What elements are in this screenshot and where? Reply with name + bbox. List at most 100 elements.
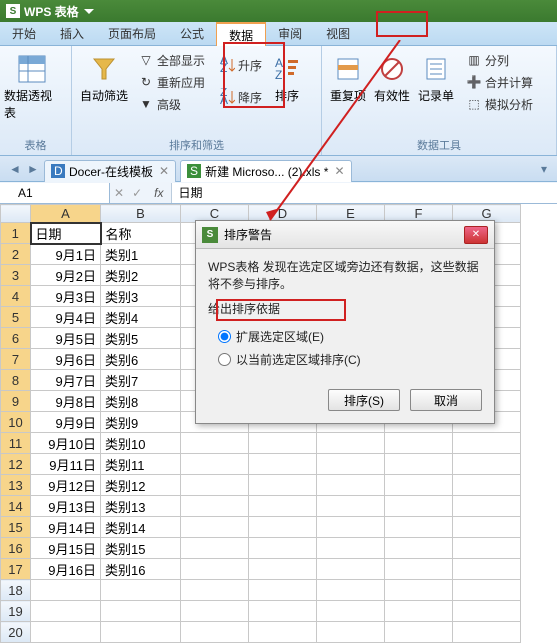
cell[interactable]: 类别10 (101, 433, 181, 454)
menu-insert[interactable]: 插入 (48, 22, 96, 46)
row-header[interactable]: 19 (1, 601, 31, 622)
sort-confirm-button[interactable]: 排序(S) (328, 389, 400, 411)
cell[interactable] (453, 496, 521, 517)
menu-review[interactable]: 审阅 (266, 22, 314, 46)
close-icon[interactable]: ✕ (159, 164, 169, 178)
cell[interactable] (31, 622, 101, 643)
cell[interactable]: 类别2 (101, 265, 181, 286)
doctab-docer[interactable]: D Docer-在线模板 ✕ (44, 160, 176, 182)
fx-icon[interactable]: fx (146, 186, 171, 200)
cell[interactable] (181, 601, 249, 622)
cell[interactable]: 9月10日 (31, 433, 101, 454)
cancel-button[interactable]: 取消 (410, 389, 482, 411)
row-header[interactable]: 9 (1, 391, 31, 412)
dialog-titlebar[interactable]: S 排序警告 ✕ (196, 221, 494, 249)
row-header[interactable]: 14 (1, 496, 31, 517)
tab-menu-icon[interactable]: ▾ (537, 162, 551, 176)
cell[interactable]: 9月16日 (31, 559, 101, 580)
cell[interactable] (317, 433, 385, 454)
cell[interactable] (453, 622, 521, 643)
menu-data[interactable]: 数据 (216, 22, 266, 46)
cell[interactable] (385, 475, 453, 496)
showall-button[interactable]: ▽全部显示 (134, 49, 209, 71)
cell[interactable] (317, 580, 385, 601)
cell[interactable] (249, 454, 317, 475)
cell[interactable] (181, 580, 249, 601)
row-header[interactable]: 11 (1, 433, 31, 454)
menu-formula[interactable]: 公式 (168, 22, 216, 46)
split-button[interactable]: ▥分列 (462, 49, 537, 71)
name-box[interactable]: A1 (0, 183, 110, 203)
cell[interactable] (453, 580, 521, 601)
cell[interactable]: 类别12 (101, 475, 181, 496)
cell[interactable] (385, 580, 453, 601)
row-header[interactable]: 5 (1, 307, 31, 328)
cell[interactable] (317, 496, 385, 517)
cell[interactable]: 名称 (101, 223, 181, 244)
doctab-workbook[interactable]: S 新建 Microso... (2).xls * ✕ (180, 160, 351, 182)
col-header[interactable]: B (101, 205, 181, 223)
cell[interactable] (101, 601, 181, 622)
fx-confirm-icon[interactable]: ✓ (128, 186, 146, 200)
row-header[interactable]: 17 (1, 559, 31, 580)
sort-desc-button[interactable]: ZA降序 (215, 81, 266, 113)
cell[interactable] (181, 475, 249, 496)
cell[interactable] (317, 601, 385, 622)
cell[interactable]: 9月6日 (31, 349, 101, 370)
cell[interactable] (317, 622, 385, 643)
cell[interactable]: 类别7 (101, 370, 181, 391)
cell[interactable] (249, 559, 317, 580)
cell[interactable] (181, 538, 249, 559)
cell[interactable]: 类别3 (101, 286, 181, 307)
cell[interactable]: 类别14 (101, 517, 181, 538)
cell[interactable]: 9月9日 (31, 412, 101, 433)
row-header[interactable]: 3 (1, 265, 31, 286)
cell[interactable]: 类别16 (101, 559, 181, 580)
fx-cancel-icon[interactable]: ✕ (110, 186, 128, 200)
cell[interactable] (385, 601, 453, 622)
sort-button[interactable]: AZ 排序 (266, 49, 308, 104)
cell[interactable] (385, 454, 453, 475)
cell[interactable] (385, 496, 453, 517)
cell[interactable]: 9月15日 (31, 538, 101, 559)
cell[interactable] (101, 580, 181, 601)
cell[interactable] (385, 622, 453, 643)
dialog-close-button[interactable]: ✕ (464, 226, 488, 244)
cell[interactable] (249, 475, 317, 496)
cell[interactable] (101, 622, 181, 643)
row-header[interactable]: 12 (1, 454, 31, 475)
cell[interactable] (385, 559, 453, 580)
cell[interactable]: 类别11 (101, 454, 181, 475)
sort-asc-button[interactable]: AZ升序 (215, 49, 266, 81)
cell[interactable]: 9月5日 (31, 328, 101, 349)
cell[interactable]: 9月2日 (31, 265, 101, 286)
menu-home[interactable]: 开始 (0, 22, 48, 46)
title-dropdown-icon[interactable] (84, 9, 94, 14)
cell[interactable] (181, 496, 249, 517)
row-header[interactable]: 4 (1, 286, 31, 307)
cell[interactable] (249, 496, 317, 517)
menu-view[interactable]: 视图 (314, 22, 362, 46)
formula-input[interactable]: 日期 (171, 183, 557, 203)
row-header[interactable]: 6 (1, 328, 31, 349)
row-header[interactable]: 10 (1, 412, 31, 433)
cell[interactable] (181, 559, 249, 580)
cell[interactable] (453, 475, 521, 496)
cell[interactable] (317, 454, 385, 475)
close-icon[interactable]: ✕ (334, 164, 344, 178)
cell[interactable] (317, 517, 385, 538)
cell[interactable]: 9月11日 (31, 454, 101, 475)
cell[interactable] (31, 601, 101, 622)
tab-next-icon[interactable]: ► (26, 162, 40, 176)
row-header[interactable]: 2 (1, 244, 31, 265)
cell[interactable] (453, 454, 521, 475)
row-header[interactable]: 1 (1, 223, 31, 244)
cell[interactable]: 类别5 (101, 328, 181, 349)
row-header[interactable]: 18 (1, 580, 31, 601)
advanced-button[interactable]: ▼高级 (134, 93, 209, 115)
row-header[interactable]: 7 (1, 349, 31, 370)
row-header[interactable]: 20 (1, 622, 31, 643)
cell[interactable]: 类别1 (101, 244, 181, 265)
duplicates-button[interactable]: 重复项 (326, 49, 370, 104)
row-header[interactable]: 16 (1, 538, 31, 559)
